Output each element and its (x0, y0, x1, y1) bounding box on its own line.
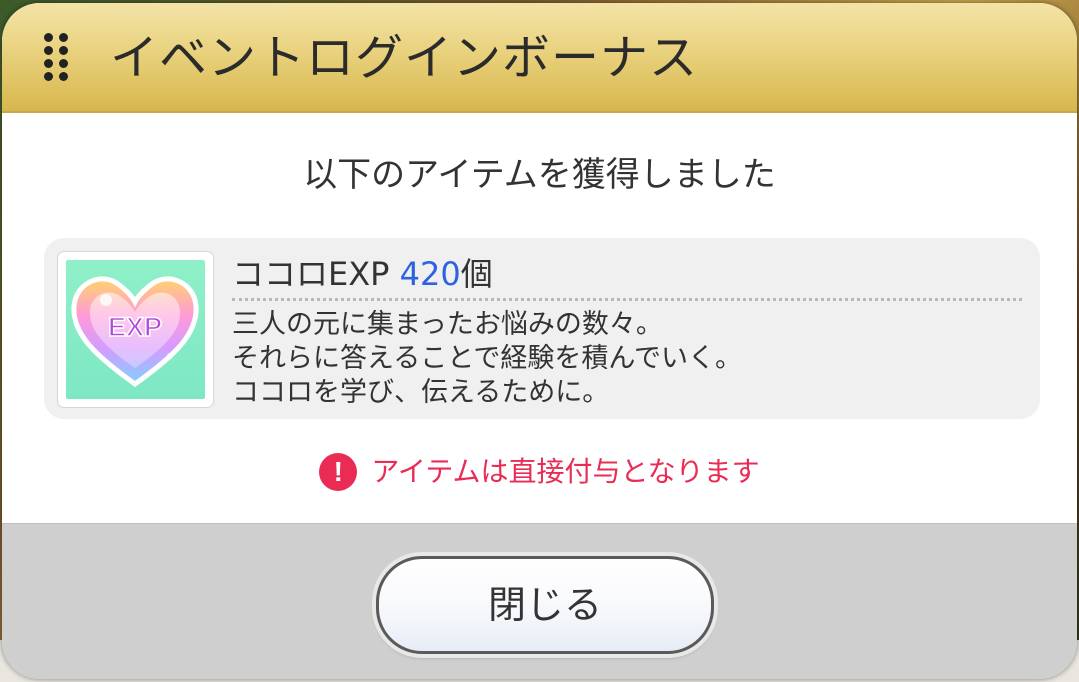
acquired-message: 以下のアイテムを獲得しました (303, 155, 776, 195)
direct-grant-notice: ! アイテムは直接付与となります (2, 451, 1077, 491)
exclamation-icon: ! (319, 453, 358, 491)
item-unit: 個 (460, 255, 493, 293)
item-thumbnail: EXP (58, 252, 213, 407)
heart-exp-icon: EXP (66, 260, 205, 399)
description-line: ココロを学び、伝えるために。 (232, 377, 610, 408)
description-line: 三人の元に集まったお悩みの数々。 (232, 309, 663, 340)
dotted-divider (232, 298, 1022, 301)
exp-icon-label: EXP (108, 312, 162, 342)
close-button[interactable]: 閉じる (376, 556, 714, 654)
dialog-footer: 閉じる (2, 523, 1077, 679)
login-bonus-dialog: イベントログインボーナス 以下のアイテムを獲得しました EXP ココロEXP 4… (2, 3, 1077, 679)
description-line: それらに答えることで経験を積んでいく。 (232, 343, 743, 374)
item-card: EXP ココロEXP 420個 三人の元に集まったお悩みの数々。 それらに答える… (44, 238, 1040, 419)
notice-text: アイテムは直接付与となります (371, 455, 760, 488)
dialog-header: イベントログインボーナス (2, 3, 1077, 113)
item-quantity: 420 (399, 255, 461, 293)
dialog-title: イベントログインボーナス (110, 30, 699, 86)
item-name: ココロEXP (232, 255, 390, 293)
item-name-row: ココロEXP 420個 (232, 252, 493, 296)
item-description: 三人の元に集まったお悩みの数々。 それらに答えることで経験を積んでいく。 ココロ… (232, 308, 1022, 410)
grip-dots-icon (42, 31, 72, 87)
